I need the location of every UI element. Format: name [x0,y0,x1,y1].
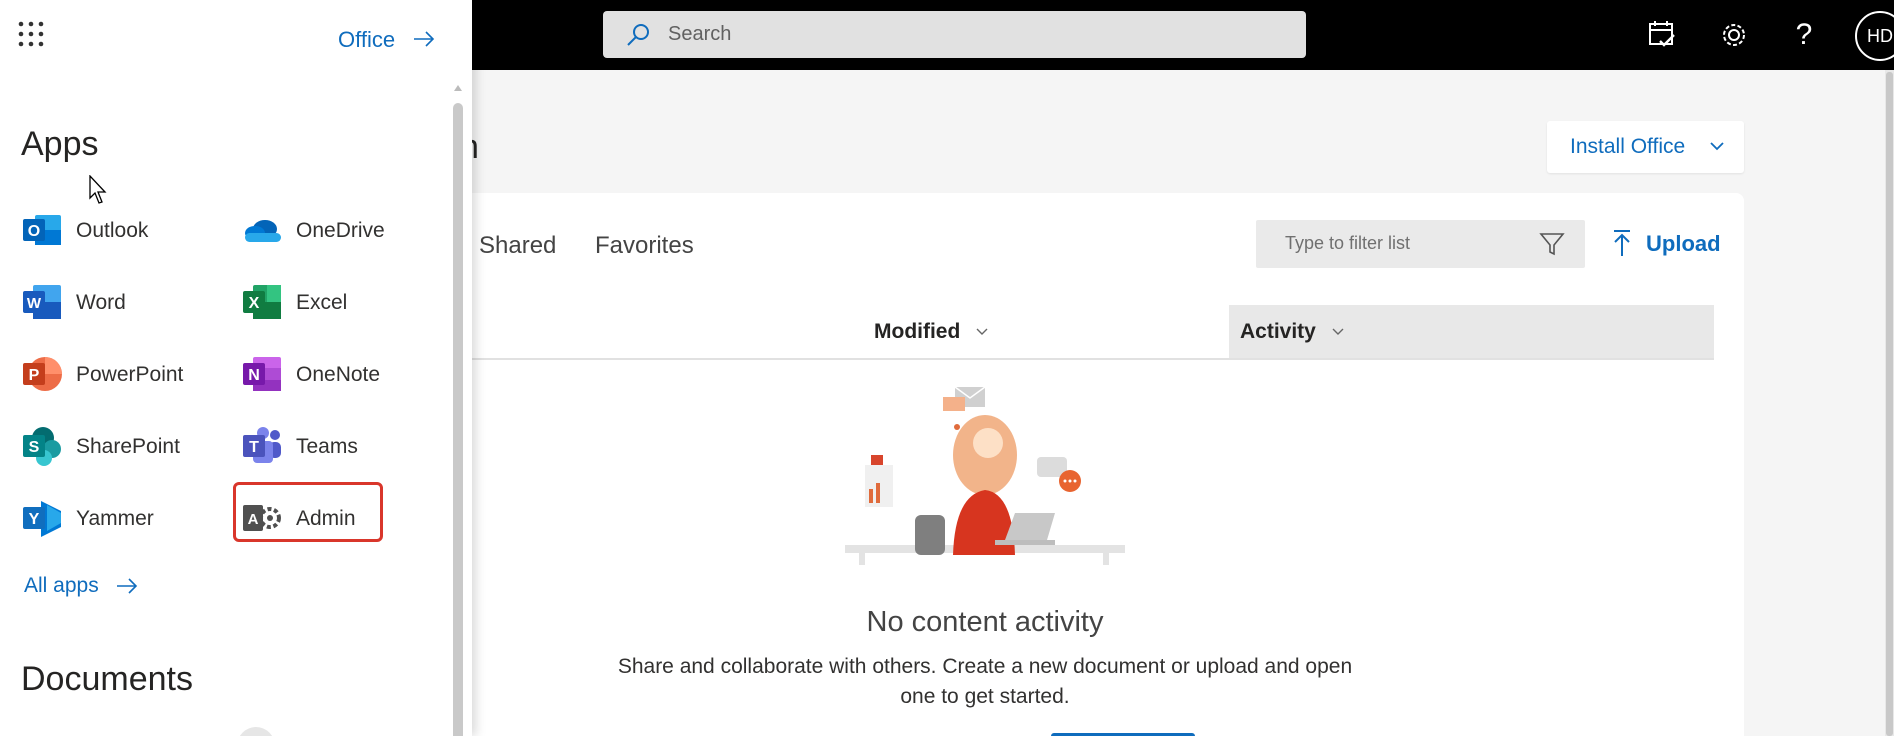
arrow-right-icon [414,31,435,47]
upload-arrow-icon [1614,230,1630,256]
word-icon: W [23,285,61,319]
apps-section-title: Apps [21,125,99,163]
column-label: Modified [874,320,961,343]
svg-text:S: S [29,439,40,456]
sharepoint-icon: S [23,427,61,466]
scroll-up-arrow-icon[interactable] [453,84,463,92]
app-name: Teams [296,435,358,458]
document-item-icon[interactable] [237,727,275,736]
install-office-label: Install Office [1570,135,1686,158]
chevron-down-icon [1710,142,1724,151]
admin-highlight-box [233,482,383,542]
svg-text:T: T [249,439,259,456]
svg-text:O: O [28,223,40,240]
app-name: Excel [296,291,348,314]
app-launcher-waffle-icon[interactable] [18,21,44,47]
search-box[interactable]: Search [603,11,1306,58]
page-scrollbar[interactable] [1885,70,1894,736]
install-office-button[interactable]: Install Office [1547,121,1744,173]
avatar[interactable]: HD [1855,11,1894,61]
search-placeholder: Search [668,23,732,45]
help-icon[interactable]: ? [1788,18,1820,52]
column-label: Activity [1240,320,1316,343]
teams-icon: T [243,427,281,463]
column-header-activity[interactable]: Activity [1229,305,1714,359]
my-day-icon[interactable] [1646,18,1678,52]
arrow-right-icon [117,578,138,594]
onenote-icon: N [243,357,281,391]
yammer-icon: Y [23,501,61,537]
chevron-down-icon [976,328,988,336]
upload-label: Upload [1646,231,1721,256]
svg-text:P: P [29,367,40,384]
app-name: PowerPoint [76,363,184,386]
all-apps-label: All apps [24,574,99,597]
launcher-scrollbar-thumb[interactable] [453,103,463,736]
settings-gear-icon[interactable] [1718,18,1750,52]
column-header-modified[interactable]: Modified [874,305,1234,359]
launcher-scrollbar[interactable] [452,80,464,736]
filter-funnel-icon[interactable] [1539,232,1565,256]
svg-text:N: N [248,367,260,384]
chevron-down-icon [1332,328,1344,336]
powerpoint-icon: P [23,357,62,391]
app-launcher-panel: Office Apps O Outlook OneDrive W Word X … [0,0,472,736]
office-link-label: Office [338,27,396,52]
mouse-cursor-icon [89,175,107,204]
app-name: Word [76,291,126,314]
documents-section-title: Documents [21,660,193,698]
excel-icon: X [243,285,281,319]
app-name: OneDrive [296,219,385,242]
svg-text:W: W [27,295,42,312]
header-divider [460,358,1714,360]
search-icon [627,24,649,46]
page-scrollbar-thumb[interactable] [1886,72,1893,736]
app-name: Yammer [76,507,154,530]
tab-favorites[interactable]: Favorites [595,232,694,260]
filter-placeholder: Type to filter list [1285,233,1411,253]
svg-text:Y: Y [29,511,40,528]
outlook-icon: O [23,215,61,245]
onedrive-icon [245,220,281,242]
filter-input[interactable]: Type to filter list [1256,220,1585,268]
app-name: OneNote [296,363,381,386]
app-name: Outlook [76,219,149,242]
empty-state-illustration [845,386,1125,565]
tab-shared[interactable]: Shared [479,232,556,260]
app-name: SharePoint [76,435,180,458]
svg-text:X: X [249,295,260,312]
